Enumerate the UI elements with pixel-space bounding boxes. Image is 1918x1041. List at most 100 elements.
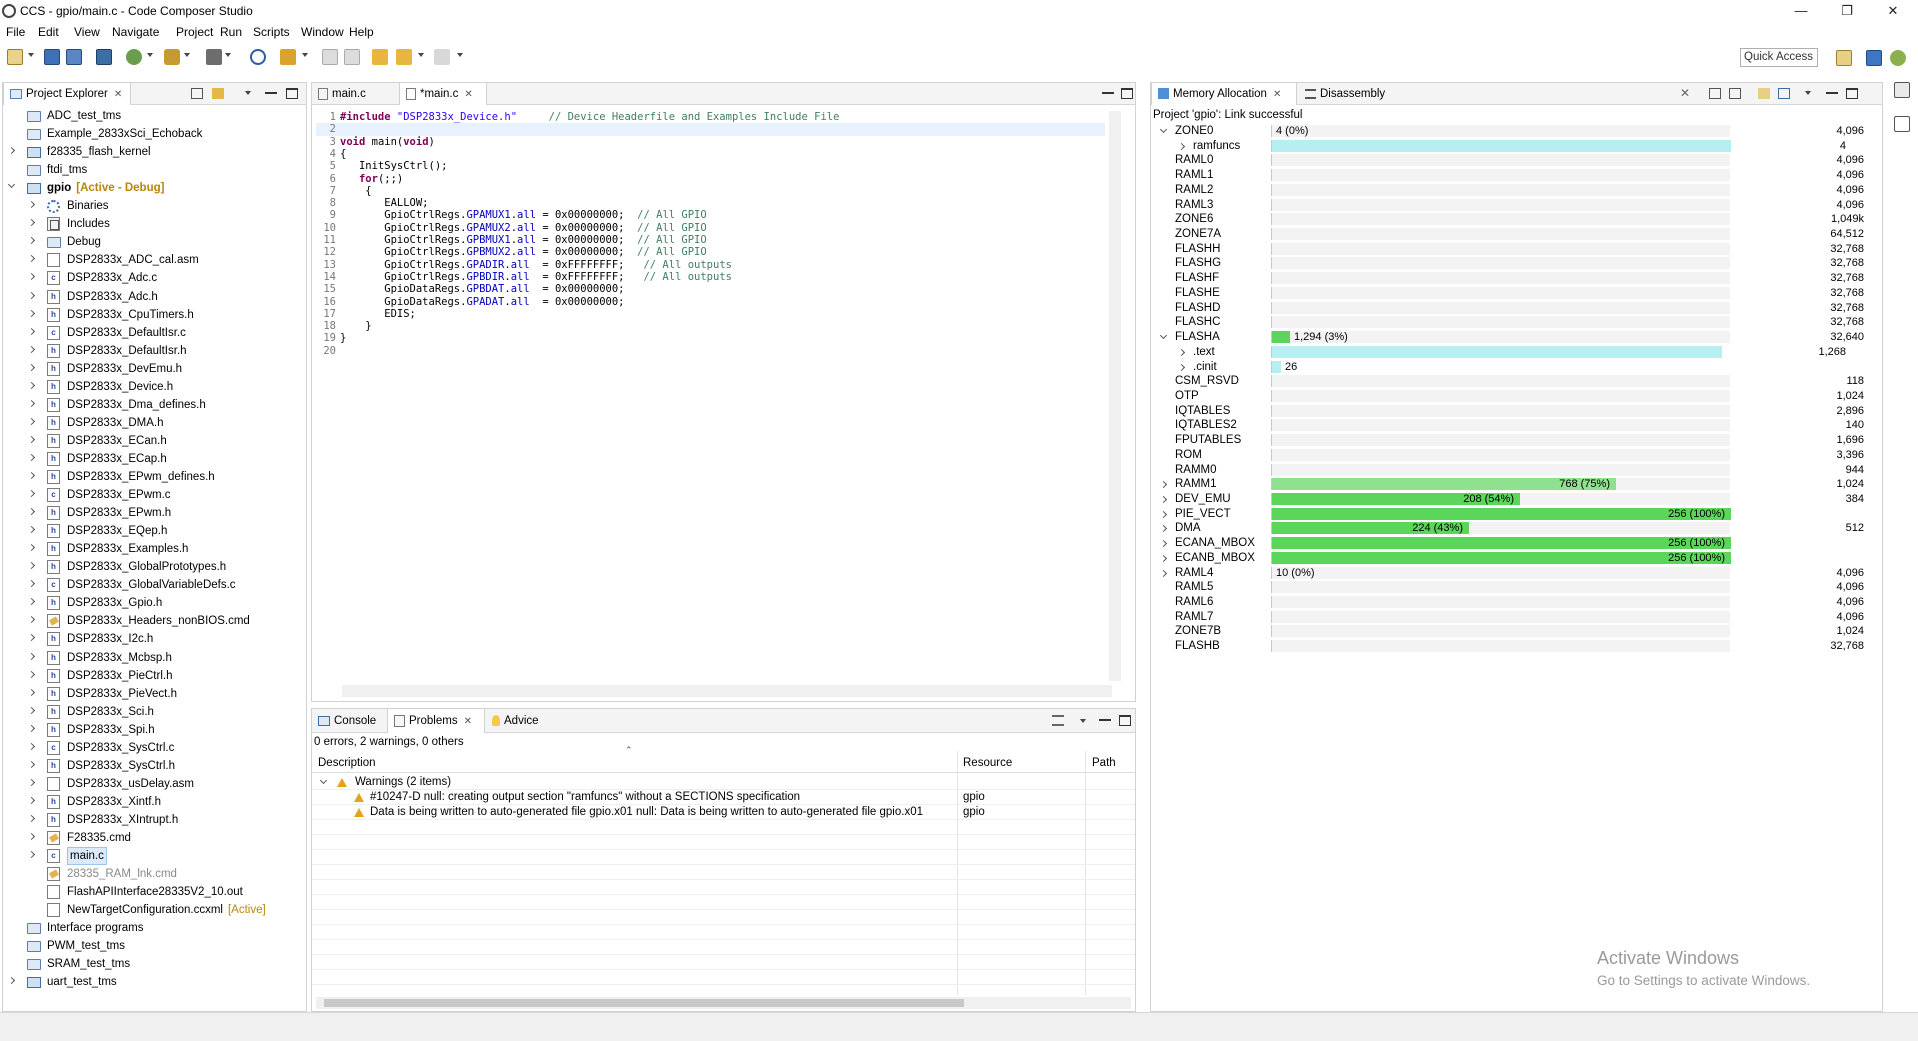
tree-item[interactable]: DSP2833x_usDelay.asm <box>3 775 306 793</box>
save-icon[interactable] <box>44 49 60 65</box>
problem-row[interactable]: Data is being written to auto-generated … <box>312 805 1135 820</box>
memory-row[interactable]: DEV_EMU 208 (54%) 384 <box>1151 492 1882 507</box>
view-menu-icon[interactable] <box>1080 719 1086 723</box>
memory-row[interactable]: RAML5 4,096 <box>1151 580 1882 595</box>
chevron-right-icon[interactable] <box>27 851 36 859</box>
chevron-right-icon[interactable] <box>27 219 36 227</box>
tree-item[interactable]: h DSP2833x_ECap.h <box>3 450 306 468</box>
tree-item[interactable]: c DSP2833x_EPwm.c <box>3 486 306 504</box>
tree-item[interactable]: h DSP2833x_Adc.h <box>3 288 306 306</box>
memory-row[interactable]: FLASHD 32,768 <box>1151 301 1882 316</box>
memory-row[interactable]: DMA 224 (43%) 512 <box>1151 521 1882 536</box>
tree-item[interactable]: Includes <box>3 215 306 233</box>
menu-navigate[interactable]: Navigate <box>112 25 159 39</box>
chevron-right-icon[interactable] <box>27 778 36 786</box>
build-icon[interactable] <box>96 49 112 65</box>
tab-main-c-1[interactable]: main.c <box>312 83 397 105</box>
chevron-right-icon[interactable] <box>27 471 36 480</box>
chevron-right-icon[interactable] <box>27 381 36 389</box>
chevron-right-icon[interactable] <box>7 147 16 155</box>
tree-item[interactable]: ADC_test_tms <box>3 107 306 125</box>
tree-item[interactable]: h DSP2833x_EPwm_defines.h <box>3 468 306 486</box>
chevron-right-icon[interactable] <box>27 652 36 660</box>
chevron-right-icon[interactable] <box>27 399 36 407</box>
tree-item[interactable]: h DSP2833x_Sci.h <box>3 703 306 721</box>
maximize-view-icon[interactable] <box>1121 88 1133 99</box>
chevron-right-icon[interactable] <box>1177 348 1186 356</box>
memory-row[interactable]: ZONE0 4 (0%) 4,096 <box>1151 124 1882 139</box>
tree-item[interactable]: NewTargetConfiguration.ccxml [Active] <box>3 901 306 919</box>
chevron-right-icon[interactable] <box>27 706 36 714</box>
chevron-right-icon[interactable] <box>27 814 36 822</box>
tree-item[interactable]: Example_2833xSci_Echoback <box>3 125 306 143</box>
minimize-view-icon[interactable] <box>1102 88 1114 94</box>
minimize-button[interactable]: — <box>1778 1 1824 21</box>
chevron-down-icon[interactable] <box>1159 332 1168 340</box>
collapse-all-icon[interactable] <box>191 88 203 99</box>
chevron-down-icon[interactable] <box>319 776 328 785</box>
chevron-right-icon[interactable] <box>27 201 36 209</box>
chevron-right-icon[interactable] <box>27 526 36 534</box>
close-button[interactable]: ✕ <box>1870 1 1916 21</box>
memory-row[interactable]: IQTABLES2 140 <box>1151 418 1882 433</box>
chevron-right-icon[interactable] <box>1159 569 1168 577</box>
memory-row[interactable]: ZONE7B 1,024 <box>1151 624 1882 639</box>
editor-horizontal-scrollbar[interactable] <box>342 685 1112 697</box>
memory-row[interactable]: FLASHC 32,768 <box>1151 315 1882 330</box>
tree-item[interactable]: h DSP2833x_Device.h <box>3 378 306 396</box>
tree-item[interactable]: ftdi_tms <box>3 161 306 179</box>
tree-item[interactable]: h DSP2833x_PieCtrl.h <box>3 667 306 685</box>
tab-console[interactable]: Console <box>312 709 386 733</box>
menu-project[interactable]: Project <box>176 25 213 39</box>
tree-item[interactable]: h DSP2833x_Mcbsp.h <box>3 649 306 667</box>
chevron-right-icon[interactable] <box>1177 363 1186 371</box>
tab-disassembly[interactable]: Disassembly <box>1299 83 1399 105</box>
debug-icon[interactable] <box>126 49 142 65</box>
tree-item[interactable]: h DSP2833x_ECan.h <box>3 432 306 450</box>
memory-row[interactable]: ZONE6 1,049k <box>1151 212 1882 227</box>
memory-row[interactable]: RAMM1 768 (75%) 1,024 <box>1151 477 1882 492</box>
tree-item[interactable]: c DSP2833x_DefaultIsr.c <box>3 324 306 342</box>
chevron-right-icon[interactable] <box>27 508 36 516</box>
chevron-right-icon[interactable] <box>27 273 36 281</box>
save-all-icon[interactable] <box>66 49 82 65</box>
chevron-right-icon[interactable] <box>27 598 36 606</box>
flash-dropdown-arrow-icon[interactable] <box>184 53 190 57</box>
minimized-view-icon[interactable] <box>1894 116 1910 132</box>
chevron-right-icon[interactable] <box>1177 142 1186 150</box>
tree-item[interactable]: SRAM_test_tms <box>3 955 306 973</box>
view-menu-icon[interactable] <box>1805 91 1811 95</box>
memory-row[interactable]: RAML7 4,096 <box>1151 610 1882 625</box>
tree-item[interactable]: c DSP2833x_SysCtrl.c <box>3 739 306 757</box>
minimize-view-icon[interactable] <box>265 88 277 94</box>
chevron-right-icon[interactable] <box>27 417 36 425</box>
memory-row[interactable]: FLASHE 32,768 <box>1151 286 1882 301</box>
tools-icon[interactable] <box>206 49 222 65</box>
memory-row[interactable]: RAML4 10 (0%) 4,096 <box>1151 566 1882 581</box>
chevron-right-icon[interactable] <box>27 490 36 498</box>
chevron-right-icon[interactable] <box>27 832 36 841</box>
maximize-view-icon[interactable] <box>286 88 298 99</box>
memory-row[interactable]: RAML1 4,096 <box>1151 168 1882 183</box>
tree-item[interactable]: h DSP2833x_XIntrupt.h <box>3 811 306 829</box>
tab-main-c-2[interactable]: *main.c ✕ <box>399 83 487 105</box>
tree-item[interactable]: f28335_flash_kernel <box>3 143 306 161</box>
tree-item[interactable]: h DSP2833x_Xintf.h <box>3 793 306 811</box>
export-icon[interactable] <box>1778 88 1790 99</box>
close-icon[interactable]: ✕ <box>464 89 472 100</box>
chevron-right-icon[interactable] <box>27 255 36 263</box>
chevron-right-icon[interactable] <box>7 977 16 985</box>
memory-row[interactable]: RAML6 4,096 <box>1151 595 1882 610</box>
minimize-view-icon[interactable] <box>1826 88 1838 94</box>
chevron-right-icon[interactable] <box>27 453 36 461</box>
tree-item[interactable]: h DSP2833x_EPwm.h <box>3 504 306 522</box>
tree-item[interactable]: h DSP2833x_DevEmu.h <box>3 360 306 378</box>
tree-item[interactable]: Binaries <box>3 197 306 215</box>
open-folder-icon[interactable] <box>1758 88 1770 99</box>
menu-help[interactable]: Help <box>349 25 374 39</box>
tree-item[interactable]: h DSP2833x_Examples.h <box>3 540 306 558</box>
forward-icon[interactable] <box>434 49 450 65</box>
column-description[interactable]: Description <box>318 757 376 769</box>
memory-row[interactable]: FLASHH 32,768 <box>1151 242 1882 257</box>
last-edit-icon[interactable] <box>372 49 388 65</box>
